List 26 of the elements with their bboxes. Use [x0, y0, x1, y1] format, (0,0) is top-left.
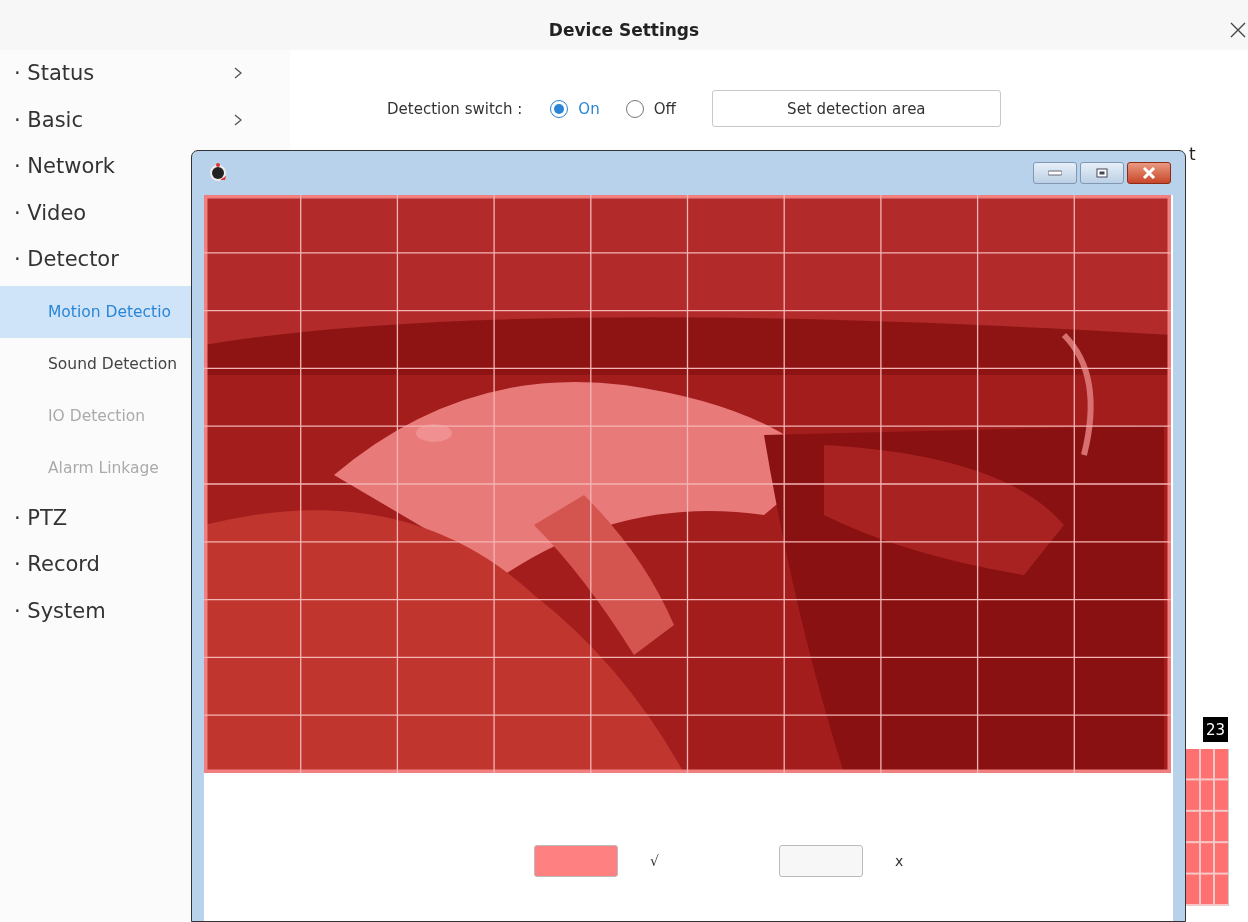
close-icon	[1142, 167, 1156, 179]
legend-label: x	[894, 853, 904, 869]
camera-icon	[208, 162, 228, 184]
field-label: Detection switch :	[387, 99, 523, 118]
sidebar-item[interactable]: · Network	[14, 154, 116, 179]
sidebar-item[interactable]: · PTZ	[14, 505, 68, 530]
window-title: Device Settings	[548, 20, 700, 40]
set-area-button[interactable]: Set detection area	[711, 90, 1001, 127]
sidebar-item[interactable]: · Detector	[14, 247, 119, 272]
maximize-icon	[1096, 168, 1108, 178]
radio-label[interactable]: Off	[653, 99, 676, 118]
radio-button[interactable]	[550, 99, 569, 118]
sidebar-item[interactable]: · Status	[14, 61, 95, 86]
close-button[interactable]	[1127, 162, 1171, 184]
close-icon[interactable]	[1228, 20, 1248, 40]
legend-label: √	[650, 853, 659, 869]
minimize-button[interactable]	[1033, 162, 1077, 184]
radio-label[interactable]: On	[578, 99, 600, 118]
covered-text: t	[1189, 144, 1196, 164]
sidebar-item[interactable]: · Record	[14, 552, 100, 577]
radio-button[interactable]	[625, 99, 644, 118]
sidebar-item[interactable]: · System	[14, 598, 106, 623]
hour-label: 23	[1203, 717, 1228, 742]
minimize-icon	[1048, 170, 1062, 176]
sidebar-item[interactable]: · Video	[14, 200, 87, 225]
sidebar-item[interactable]: · Basic	[14, 107, 83, 132]
